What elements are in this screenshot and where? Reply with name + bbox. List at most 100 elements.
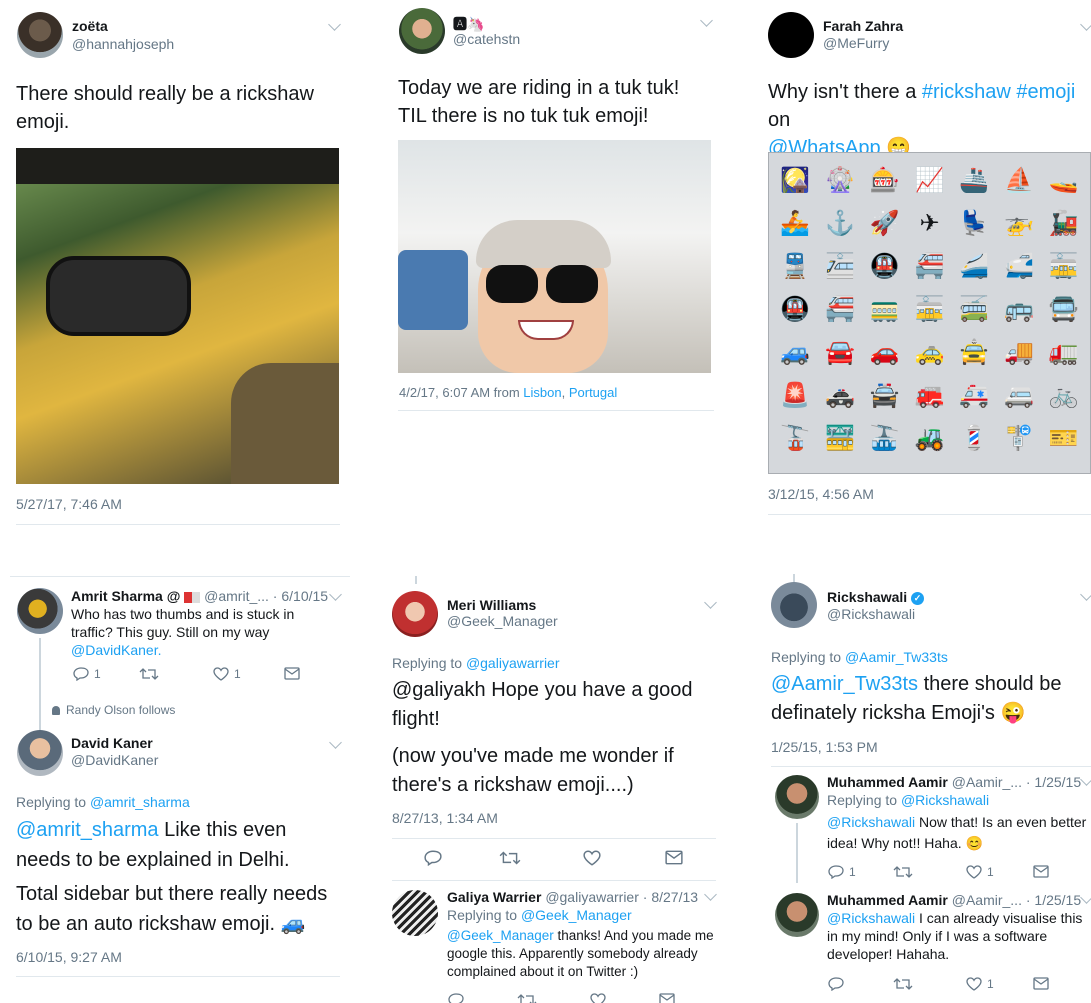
chevron-down-icon[interactable] bbox=[1080, 773, 1091, 786]
replying-label: Replying to bbox=[447, 907, 521, 923]
avatar[interactable] bbox=[392, 591, 438, 637]
replying-to-link[interactable]: @Aamir_Tw33ts bbox=[845, 649, 948, 665]
place-city-link[interactable]: Lisbon bbox=[523, 385, 561, 400]
avatar[interactable] bbox=[771, 582, 817, 628]
reply-button[interactable]: 1 bbox=[73, 667, 101, 681]
chevron-down-icon[interactable] bbox=[1080, 891, 1091, 904]
emoji-cell: 🚟 bbox=[825, 425, 855, 452]
chevron-down-icon[interactable] bbox=[1080, 18, 1091, 31]
avatar[interactable] bbox=[392, 890, 438, 936]
emoji-cell: 🚲 bbox=[1048, 382, 1079, 409]
display-name[interactable]: David Kaner bbox=[71, 735, 153, 751]
handle-and-date[interactable]: @Aamir_... · 1/25/15 bbox=[952, 892, 1081, 908]
retweet-icon bbox=[139, 668, 159, 680]
reply-text: @Geek_Manager thanks! And you made me go… bbox=[447, 927, 717, 981]
retweet-button[interactable] bbox=[139, 667, 159, 681]
chevron-down-icon[interactable] bbox=[328, 18, 341, 31]
replying-to-link[interactable]: @Rickshawali bbox=[901, 792, 989, 808]
tweet-text: @Aamir_Tw33ts there should be definately… bbox=[771, 670, 1086, 728]
dm-button[interactable] bbox=[1033, 865, 1049, 878]
mention-amrit[interactable]: @amrit_sharma bbox=[16, 819, 159, 841]
display-name[interactable]: Rickshawali ✓ bbox=[827, 589, 925, 605]
envelope-icon bbox=[1033, 865, 1049, 878]
avatar[interactable] bbox=[17, 588, 63, 634]
like-button[interactable] bbox=[583, 850, 601, 866]
chevron-down-icon[interactable] bbox=[700, 14, 713, 27]
retweet-button[interactable] bbox=[893, 977, 913, 991]
dm-button[interactable] bbox=[284, 667, 300, 680]
reply-button[interactable] bbox=[424, 850, 442, 866]
avatar[interactable] bbox=[775, 893, 819, 937]
like-button[interactable] bbox=[590, 993, 606, 1003]
retweet-button[interactable] bbox=[517, 993, 537, 1003]
retweet-button[interactable] bbox=[499, 850, 521, 866]
place-country-link[interactable]: Portugal bbox=[569, 385, 617, 400]
chevron-down-icon[interactable] bbox=[329, 588, 342, 601]
tweet-photo[interactable] bbox=[16, 148, 339, 484]
display-name[interactable]: Galiya Warrier bbox=[447, 889, 541, 905]
handle-and-date[interactable]: @Aamir_... · 1/25/15 bbox=[952, 774, 1081, 790]
like-button[interactable]: 1 bbox=[213, 667, 241, 681]
heart-icon bbox=[213, 667, 229, 681]
replying-to-link[interactable]: @Geek_Manager bbox=[521, 907, 632, 923]
dm-button[interactable] bbox=[659, 993, 675, 1003]
timestamp[interactable]: 6/10/15, 9:27 AM bbox=[16, 949, 122, 965]
display-name[interactable]: Amrit Sharma @ @amrit_... · 6/10/15 bbox=[71, 587, 328, 605]
time-text[interactable]: 4/2/17, 6:07 AM from bbox=[399, 385, 523, 400]
mention-davidkaner[interactable]: @DavidKaner. bbox=[71, 642, 161, 658]
display-name[interactable]: Muhammed Aamir bbox=[827, 774, 948, 790]
display-name[interactable]: Farah Zahra bbox=[823, 18, 903, 34]
hashtag-rickshaw[interactable]: #rickshaw bbox=[922, 81, 1011, 103]
user-handle[interactable]: @DavidKaner bbox=[71, 752, 158, 768]
tweet-text: @amrit_sharma Like this even needs to be… bbox=[16, 815, 346, 875]
divider bbox=[768, 514, 1091, 515]
mention-geek-manager[interactable]: @Geek_Manager bbox=[447, 928, 554, 943]
thread-line bbox=[796, 823, 798, 883]
user-handle[interactable]: @catehstn bbox=[453, 31, 520, 47]
tweet-card-2: 🅰🦄 @catehstn Today we are riding in a tu… bbox=[380, 0, 722, 540]
divider bbox=[398, 410, 714, 411]
avatar[interactable] bbox=[17, 730, 63, 776]
timestamp[interactable]: 1/25/15, 1:53 PM bbox=[771, 739, 878, 755]
mention-aamir[interactable]: @Aamir_Tw33ts bbox=[771, 673, 918, 695]
timestamp[interactable]: 3/12/15, 4:56 AM bbox=[768, 486, 874, 502]
display-name[interactable]: Muhammed Aamir bbox=[827, 892, 948, 908]
handle-and-date[interactable]: @amrit_... · 6/10/15 bbox=[204, 588, 328, 604]
chevron-down-icon[interactable] bbox=[704, 888, 717, 901]
chevron-down-icon[interactable] bbox=[704, 596, 717, 609]
avatar[interactable] bbox=[775, 775, 819, 819]
like-button[interactable]: 1 bbox=[966, 865, 994, 879]
user-handle[interactable]: @Rickshawali bbox=[827, 606, 915, 622]
dm-button[interactable] bbox=[1033, 977, 1049, 990]
chevron-down-icon[interactable] bbox=[1080, 588, 1091, 601]
replying-to-link[interactable]: @amrit_sharma bbox=[90, 794, 190, 810]
retweet-button[interactable] bbox=[893, 865, 913, 879]
display-name[interactable]: Meri Williams bbox=[447, 597, 536, 613]
emoji-cell: 🚇 bbox=[780, 296, 811, 323]
display-name[interactable]: zoëta bbox=[72, 18, 108, 34]
hashtag-emoji[interactable]: #emoji bbox=[1016, 81, 1075, 103]
avatar[interactable] bbox=[399, 8, 445, 54]
avatar[interactable] bbox=[768, 12, 814, 58]
reply-button[interactable]: 1 bbox=[828, 865, 856, 879]
tweet-photo[interactable] bbox=[398, 140, 711, 373]
dm-button[interactable] bbox=[665, 850, 683, 865]
replying-to-link[interactable]: @galiyawarrier bbox=[466, 655, 560, 671]
like-button[interactable]: 1 bbox=[966, 977, 994, 991]
timestamp[interactable]: 8/27/13, 1:34 AM bbox=[392, 810, 498, 826]
reply-button[interactable] bbox=[448, 993, 464, 1003]
mention-rickshawali[interactable]: @Rickshawali bbox=[827, 814, 915, 830]
emoji-grid-image[interactable]: 🎑 🎡 🎰 📈 🚢 ⛵ 🚤 🚣 ⚓ 🚀 ✈ 💺 🚁 🚂 🚆 🚈 🚇 🚝 🚄 🚅 🚋 🚇 🚝 🚃 🚋 🚎 🚌 🚍 🚙 🚘 🚗 🚕 🚖 🚚 🚛 🚨 🚓 🚔 🚒 🚑… bbox=[768, 152, 1091, 474]
user-handle[interactable]: @MeFurry bbox=[823, 35, 889, 51]
user-handle[interactable]: @Geek_Manager bbox=[447, 613, 558, 629]
emoji-cell: 🚈 bbox=[825, 253, 855, 280]
reply-icon bbox=[448, 993, 464, 1003]
handle-and-date[interactable]: @galiyawarrier · 8/27/13 bbox=[545, 889, 698, 905]
user-handle[interactable]: @hannahjoseph bbox=[72, 36, 174, 52]
timestamp[interactable]: 5/27/17, 7:46 AM bbox=[16, 496, 122, 512]
avatar[interactable] bbox=[17, 12, 63, 58]
reply-button[interactable] bbox=[828, 977, 844, 991]
replying-to: Replying to @galiyawarrier bbox=[392, 655, 560, 671]
mention-rickshawali[interactable]: @Rickshawali bbox=[827, 910, 915, 926]
chevron-down-icon[interactable] bbox=[329, 736, 342, 749]
